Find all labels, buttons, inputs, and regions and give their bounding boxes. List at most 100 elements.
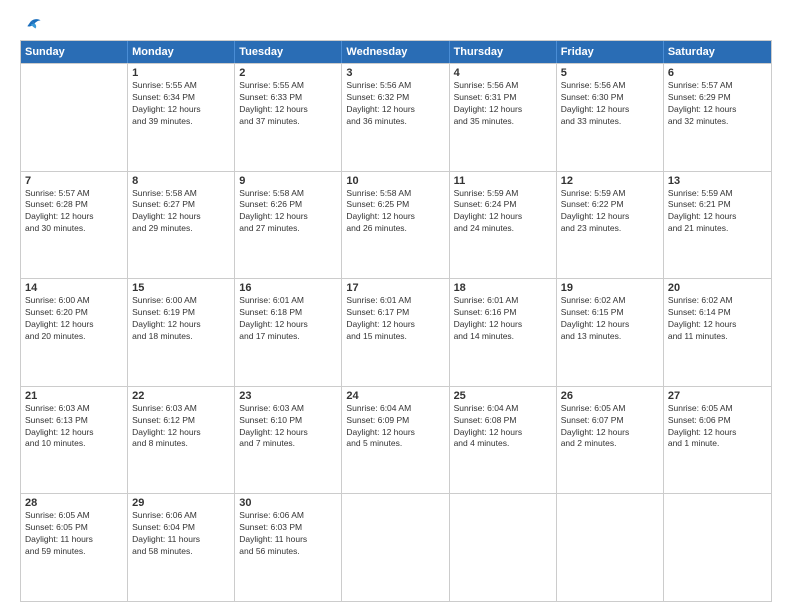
- logo: [20, 18, 46, 36]
- calendar-cell: [450, 494, 557, 601]
- day-info: Sunrise: 6:02 AMSunset: 6:14 PMDaylight:…: [668, 295, 767, 343]
- calendar-cell: [664, 494, 771, 601]
- page: SundayMondayTuesdayWednesdayThursdayFrid…: [0, 0, 792, 612]
- calendar-cell: [557, 494, 664, 601]
- calendar-cell: 23Sunrise: 6:03 AMSunset: 6:10 PMDayligh…: [235, 387, 342, 494]
- day-number: 20: [668, 282, 767, 294]
- day-info: Sunrise: 6:06 AMSunset: 6:04 PMDaylight:…: [132, 510, 230, 558]
- day-number: 5: [561, 67, 659, 79]
- calendar-cell: 30Sunrise: 6:06 AMSunset: 6:03 PMDayligh…: [235, 494, 342, 601]
- logo-icon: [20, 18, 42, 36]
- calendar-cell: 3Sunrise: 5:56 AMSunset: 6:32 PMDaylight…: [342, 64, 449, 171]
- calendar-cell: [342, 494, 449, 601]
- day-number: 26: [561, 390, 659, 402]
- calendar-cell: 10Sunrise: 5:58 AMSunset: 6:25 PMDayligh…: [342, 172, 449, 279]
- calendar-cell: 16Sunrise: 6:01 AMSunset: 6:18 PMDayligh…: [235, 279, 342, 386]
- day-number: 3: [346, 67, 444, 79]
- day-info: Sunrise: 5:55 AMSunset: 6:33 PMDaylight:…: [239, 80, 337, 128]
- calendar-header-day: Friday: [557, 41, 664, 63]
- day-info: Sunrise: 6:01 AMSunset: 6:16 PMDaylight:…: [454, 295, 552, 343]
- calendar-cell: 13Sunrise: 5:59 AMSunset: 6:21 PMDayligh…: [664, 172, 771, 279]
- calendar-cell: [21, 64, 128, 171]
- day-info: Sunrise: 5:57 AMSunset: 6:29 PMDaylight:…: [668, 80, 767, 128]
- calendar-cell: 20Sunrise: 6:02 AMSunset: 6:14 PMDayligh…: [664, 279, 771, 386]
- day-number: 7: [25, 175, 123, 187]
- calendar-cell: 26Sunrise: 6:05 AMSunset: 6:07 PMDayligh…: [557, 387, 664, 494]
- calendar-row: 28Sunrise: 6:05 AMSunset: 6:05 PMDayligh…: [21, 493, 771, 601]
- day-info: Sunrise: 6:00 AMSunset: 6:20 PMDaylight:…: [25, 295, 123, 343]
- day-number: 24: [346, 390, 444, 402]
- calendar-header: SundayMondayTuesdayWednesdayThursdayFrid…: [21, 41, 771, 63]
- day-number: 12: [561, 175, 659, 187]
- calendar-cell: 21Sunrise: 6:03 AMSunset: 6:13 PMDayligh…: [21, 387, 128, 494]
- day-number: 13: [668, 175, 767, 187]
- day-info: Sunrise: 6:04 AMSunset: 6:09 PMDaylight:…: [346, 403, 444, 451]
- day-info: Sunrise: 6:03 AMSunset: 6:12 PMDaylight:…: [132, 403, 230, 451]
- day-number: 10: [346, 175, 444, 187]
- day-info: Sunrise: 6:02 AMSunset: 6:15 PMDaylight:…: [561, 295, 659, 343]
- day-number: 8: [132, 175, 230, 187]
- day-number: 6: [668, 67, 767, 79]
- day-info: Sunrise: 6:03 AMSunset: 6:13 PMDaylight:…: [25, 403, 123, 451]
- calendar-cell: 27Sunrise: 6:05 AMSunset: 6:06 PMDayligh…: [664, 387, 771, 494]
- calendar-header-day: Saturday: [664, 41, 771, 63]
- day-number: 21: [25, 390, 123, 402]
- day-number: 1: [132, 67, 230, 79]
- calendar-cell: 11Sunrise: 5:59 AMSunset: 6:24 PMDayligh…: [450, 172, 557, 279]
- calendar-row: 1Sunrise: 5:55 AMSunset: 6:34 PMDaylight…: [21, 63, 771, 171]
- day-number: 23: [239, 390, 337, 402]
- calendar-row: 14Sunrise: 6:00 AMSunset: 6:20 PMDayligh…: [21, 278, 771, 386]
- calendar-cell: 6Sunrise: 5:57 AMSunset: 6:29 PMDaylight…: [664, 64, 771, 171]
- day-info: Sunrise: 5:56 AMSunset: 6:31 PMDaylight:…: [454, 80, 552, 128]
- day-info: Sunrise: 5:59 AMSunset: 6:24 PMDaylight:…: [454, 188, 552, 236]
- calendar-cell: 15Sunrise: 6:00 AMSunset: 6:19 PMDayligh…: [128, 279, 235, 386]
- calendar-cell: 2Sunrise: 5:55 AMSunset: 6:33 PMDaylight…: [235, 64, 342, 171]
- day-number: 30: [239, 497, 337, 509]
- day-number: 9: [239, 175, 337, 187]
- day-info: Sunrise: 6:00 AMSunset: 6:19 PMDaylight:…: [132, 295, 230, 343]
- calendar-cell: 19Sunrise: 6:02 AMSunset: 6:15 PMDayligh…: [557, 279, 664, 386]
- calendar-header-day: Thursday: [450, 41, 557, 63]
- calendar-cell: 9Sunrise: 5:58 AMSunset: 6:26 PMDaylight…: [235, 172, 342, 279]
- day-info: Sunrise: 6:03 AMSunset: 6:10 PMDaylight:…: [239, 403, 337, 451]
- day-info: Sunrise: 5:56 AMSunset: 6:30 PMDaylight:…: [561, 80, 659, 128]
- calendar-body: 1Sunrise: 5:55 AMSunset: 6:34 PMDaylight…: [21, 63, 771, 601]
- calendar-cell: 1Sunrise: 5:55 AMSunset: 6:34 PMDaylight…: [128, 64, 235, 171]
- day-number: 16: [239, 282, 337, 294]
- day-info: Sunrise: 6:05 AMSunset: 6:07 PMDaylight:…: [561, 403, 659, 451]
- calendar-cell: 25Sunrise: 6:04 AMSunset: 6:08 PMDayligh…: [450, 387, 557, 494]
- day-number: 14: [25, 282, 123, 294]
- day-number: 11: [454, 175, 552, 187]
- day-number: 29: [132, 497, 230, 509]
- day-number: 4: [454, 67, 552, 79]
- day-info: Sunrise: 5:59 AMSunset: 6:21 PMDaylight:…: [668, 188, 767, 236]
- calendar-cell: 12Sunrise: 5:59 AMSunset: 6:22 PMDayligh…: [557, 172, 664, 279]
- day-info: Sunrise: 5:55 AMSunset: 6:34 PMDaylight:…: [132, 80, 230, 128]
- day-info: Sunrise: 5:56 AMSunset: 6:32 PMDaylight:…: [346, 80, 444, 128]
- day-number: 15: [132, 282, 230, 294]
- calendar-cell: 5Sunrise: 5:56 AMSunset: 6:30 PMDaylight…: [557, 64, 664, 171]
- calendar-header-day: Monday: [128, 41, 235, 63]
- calendar: SundayMondayTuesdayWednesdayThursdayFrid…: [20, 40, 772, 602]
- header: [20, 18, 772, 36]
- day-number: 19: [561, 282, 659, 294]
- calendar-cell: 29Sunrise: 6:06 AMSunset: 6:04 PMDayligh…: [128, 494, 235, 601]
- day-info: Sunrise: 6:01 AMSunset: 6:18 PMDaylight:…: [239, 295, 337, 343]
- day-number: 2: [239, 67, 337, 79]
- calendar-header-day: Tuesday: [235, 41, 342, 63]
- day-info: Sunrise: 6:05 AMSunset: 6:05 PMDaylight:…: [25, 510, 123, 558]
- calendar-cell: 18Sunrise: 6:01 AMSunset: 6:16 PMDayligh…: [450, 279, 557, 386]
- calendar-cell: 24Sunrise: 6:04 AMSunset: 6:09 PMDayligh…: [342, 387, 449, 494]
- day-info: Sunrise: 5:58 AMSunset: 6:26 PMDaylight:…: [239, 188, 337, 236]
- calendar-cell: 17Sunrise: 6:01 AMSunset: 6:17 PMDayligh…: [342, 279, 449, 386]
- calendar-cell: 7Sunrise: 5:57 AMSunset: 6:28 PMDaylight…: [21, 172, 128, 279]
- day-info: Sunrise: 5:58 AMSunset: 6:25 PMDaylight:…: [346, 188, 444, 236]
- day-number: 27: [668, 390, 767, 402]
- calendar-row: 21Sunrise: 6:03 AMSunset: 6:13 PMDayligh…: [21, 386, 771, 494]
- calendar-header-day: Wednesday: [342, 41, 449, 63]
- day-number: 22: [132, 390, 230, 402]
- day-info: Sunrise: 5:58 AMSunset: 6:27 PMDaylight:…: [132, 188, 230, 236]
- calendar-row: 7Sunrise: 5:57 AMSunset: 6:28 PMDaylight…: [21, 171, 771, 279]
- calendar-header-day: Sunday: [21, 41, 128, 63]
- day-info: Sunrise: 5:57 AMSunset: 6:28 PMDaylight:…: [25, 188, 123, 236]
